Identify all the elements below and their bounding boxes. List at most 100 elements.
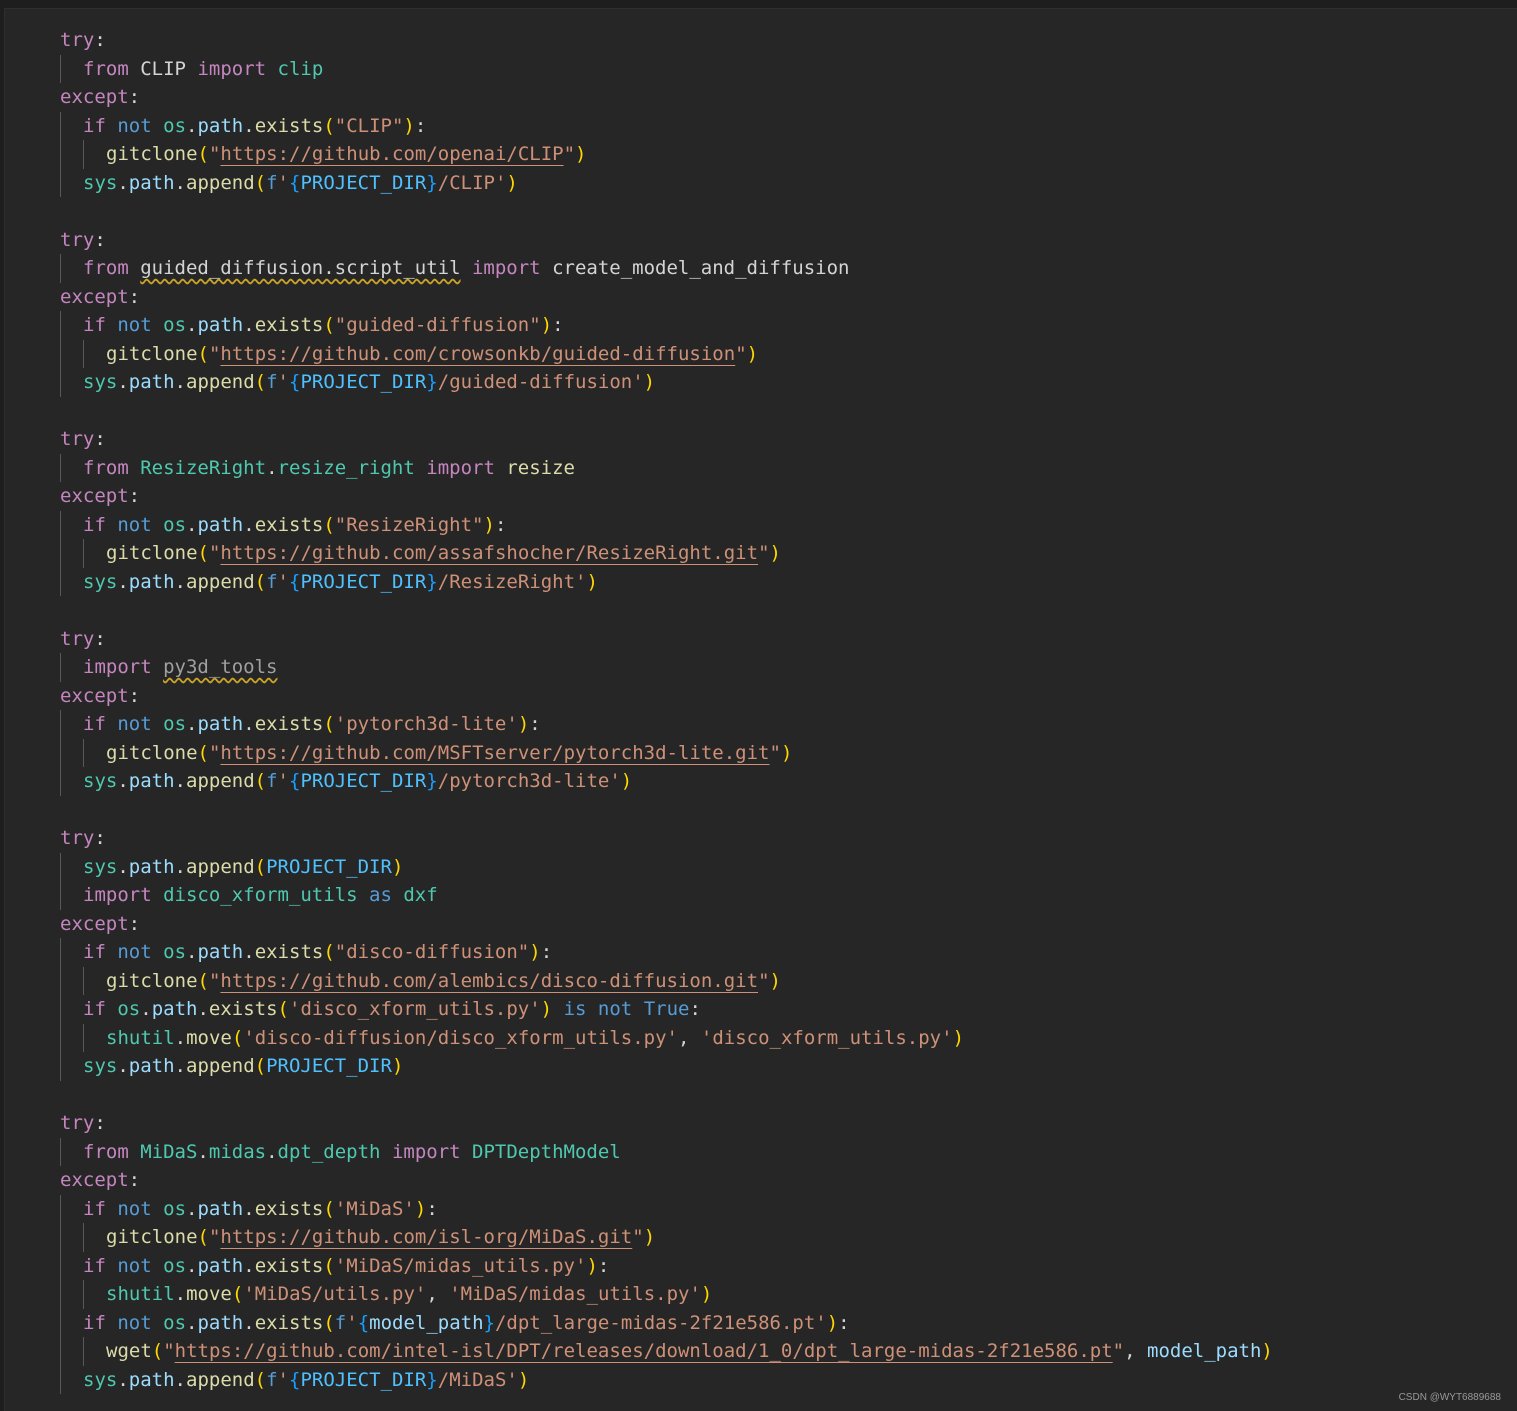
code-token: " — [208, 342, 221, 365]
code-token: PROJECT_DIR — [300, 371, 427, 393]
code-token: " — [735, 342, 747, 365]
code-token: import — [391, 1140, 461, 1163]
code-token: ( — [151, 1340, 164, 1362]
code-token: CLIP — [140, 57, 186, 80]
indent-guide — [83, 140, 84, 169]
code-line: try: — [5, 425, 1273, 454]
code-token: , — [426, 1283, 450, 1305]
code-line: gitclone("https://github.com/assafshoche… — [5, 539, 1273, 568]
code-token: not — [117, 114, 152, 137]
code-token: gitclone — [106, 741, 198, 764]
code-token[interactable]: https://github.com/MSFTserver/pytorch3d-… — [220, 742, 769, 764]
code-token: . — [117, 371, 129, 393]
code-token: f — [266, 171, 278, 194]
code-line: try: — [5, 1109, 1273, 1138]
code-token: . — [174, 1026, 187, 1049]
code-token: . — [186, 513, 198, 536]
code-token: ) — [540, 314, 553, 336]
code-line: if not os.path.exists("guided-diffusion"… — [5, 311, 1273, 340]
indent-guide — [60, 1023, 61, 1052]
code-token: . — [243, 1254, 255, 1277]
code-line: if not os.path.exists("disco-diffusion")… — [5, 938, 1273, 967]
code-token: if — [83, 513, 106, 536]
indent-guide — [60, 510, 61, 539]
code-token: append — [186, 855, 255, 878]
code-token: sys — [83, 770, 118, 792]
code-editor[interactable]: try: from CLIP import clip except: if not o… — [4, 8, 1517, 1411]
code-token: . — [174, 371, 186, 393]
code-line: if not os.path.exists('pytorch3d-lite'): — [5, 710, 1273, 739]
code-token: try — [60, 29, 95, 51]
code-token: ) — [769, 542, 781, 564]
indent-guide — [60, 254, 61, 283]
code-line: if not os.path.exists('MiDaS'): — [5, 1194, 1273, 1223]
code-token: "CLIP" — [334, 114, 404, 137]
code-token: gitclone — [106, 969, 198, 992]
indent-guide — [60, 710, 61, 739]
code-token: 'disco_xform_utils.py' — [289, 998, 541, 1020]
code-token: ) — [826, 1311, 839, 1334]
code-token: PROJECT_DIR — [266, 1055, 392, 1077]
code-token: DPTDepthModel — [472, 1140, 621, 1163]
indent-guide — [60, 1337, 61, 1366]
code-token: append — [186, 1368, 255, 1391]
code-token: ) — [540, 998, 553, 1020]
indent-guide — [60, 938, 61, 967]
code-token: 'disco-diffusion/disco_xform_utils.py' — [243, 1026, 678, 1049]
code-token: ' — [277, 171, 289, 194]
code-token: ' — [277, 770, 289, 792]
code-token: . — [186, 1254, 198, 1277]
code-token: . — [140, 998, 152, 1020]
code-token: . — [197, 998, 209, 1020]
code-token: os — [117, 998, 141, 1020]
code-token: " — [769, 741, 781, 764]
code-token: exists — [254, 314, 324, 336]
code-token: import — [426, 456, 495, 479]
code-token[interactable]: https://github.com/intel-isl/DPT/release… — [175, 1340, 1113, 1362]
code-token[interactable]: https://github.com/assafshocher/ResizeRi… — [220, 542, 758, 564]
code-line: shutil.move('disco-diffusion/disco_xform… — [5, 1023, 1273, 1052]
code-token: ) — [700, 1283, 713, 1305]
code-token: : — [94, 827, 106, 849]
code-token: sys — [83, 371, 118, 393]
code-token: try — [60, 827, 95, 849]
code-token: : — [529, 713, 541, 735]
code-token: " — [632, 1226, 644, 1248]
code-token: . — [174, 1368, 186, 1391]
code-token: { — [289, 570, 301, 593]
code-token: ) — [586, 1254, 598, 1277]
indent-guide — [60, 995, 61, 1024]
code-token: try — [60, 1112, 95, 1134]
code-line: sys.path.append(f'{PROJECT_DIR}/pytorch3… — [5, 767, 1273, 796]
watermark: CSDN @WYT6889688 — [1398, 1392, 1501, 1403]
code-token: ) — [391, 855, 404, 878]
indent-guide — [60, 140, 61, 169]
code-token: create_model_and_diffusion — [552, 257, 850, 279]
code-token: dpt_depth — [277, 1140, 381, 1163]
indent-guide — [83, 738, 84, 767]
code-token: : — [128, 86, 141, 108]
code-token[interactable]: https://github.com/isl-org/MiDaS.git — [220, 1226, 632, 1248]
code-token: midas — [208, 1140, 267, 1163]
code-token: if — [83, 314, 106, 336]
code-token: ( — [254, 770, 267, 792]
code-token: wget — [106, 1340, 152, 1362]
code-token: . — [243, 314, 255, 336]
code-token[interactable]: https://github.com/crowsonkb/guided-diff… — [220, 343, 735, 365]
code-line: try: — [5, 226, 1273, 255]
code-token: ) — [643, 371, 656, 393]
code-token: if — [83, 114, 106, 137]
code-token[interactable]: https://github.com/openai/CLIP — [220, 143, 563, 165]
code-token[interactable]: https://github.com/alembics/disco-diffus… — [220, 970, 758, 992]
